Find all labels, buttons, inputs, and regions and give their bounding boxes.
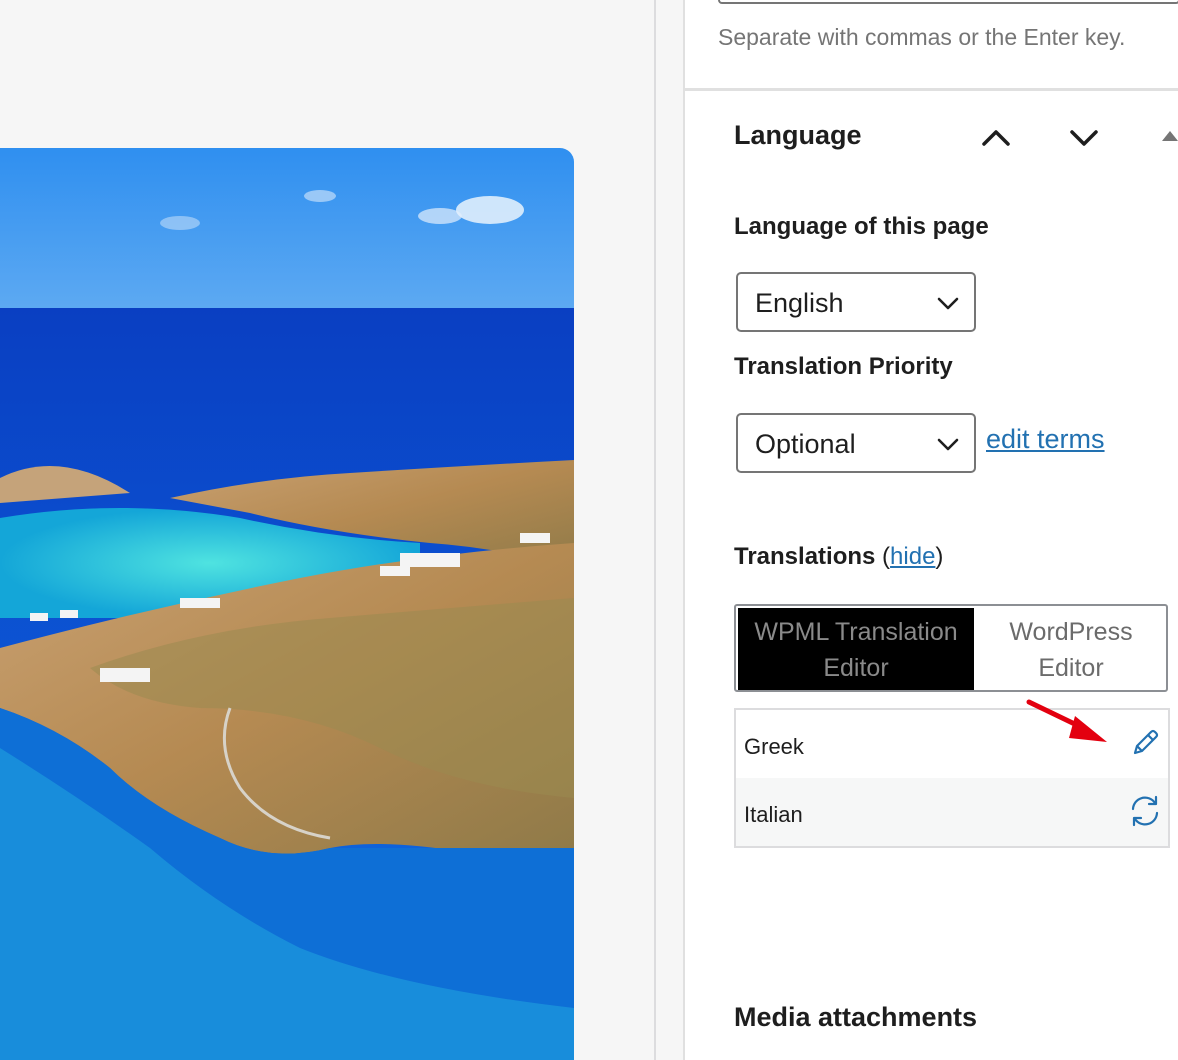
translation-row-italian: Italian xyxy=(736,778,1168,846)
chevron-down-icon xyxy=(1070,130,1098,146)
priority-select-value: Optional xyxy=(755,429,856,459)
pencil-icon[interactable] xyxy=(1126,724,1164,762)
chevron-down-icon xyxy=(937,297,959,310)
panel-divider xyxy=(685,88,1178,91)
language-of-page-label: Language of this page xyxy=(734,213,989,240)
tags-help-text: Separate with commas or the Enter key. xyxy=(718,24,1126,50)
hide-translations-link[interactable]: hide xyxy=(890,543,935,570)
tags-input[interactable] xyxy=(718,0,1178,4)
move-down-button[interactable] xyxy=(1066,120,1102,156)
collapse-panel-button[interactable] xyxy=(1160,124,1178,150)
priority-select[interactable]: Optional xyxy=(736,413,976,473)
wordpress-editor-option[interactable]: WordPress Editor xyxy=(976,608,1166,690)
translations-heading: Translations (hide) xyxy=(734,543,943,571)
settings-sidebar: Separate with commas or the Enter key. L… xyxy=(683,0,1178,1060)
close-paren: ) xyxy=(935,543,944,570)
chevron-up-icon xyxy=(982,130,1010,146)
move-up-button[interactable] xyxy=(978,120,1014,156)
language-panel-title[interactable]: Language xyxy=(734,120,862,151)
language-select[interactable]: English xyxy=(736,272,976,332)
open-paren: ( xyxy=(875,543,891,570)
translations-table: Greek Italian xyxy=(734,708,1170,848)
editor-toggle: WPML Translation Editor WordPress Editor xyxy=(734,604,1168,692)
translation-row-greek: Greek xyxy=(736,710,1168,778)
translation-language: Italian xyxy=(744,802,803,827)
translation-priority-label: Translation Priority xyxy=(734,353,953,380)
wpml-editor-option[interactable]: WPML Translation Editor xyxy=(738,608,974,690)
editor-canvas xyxy=(0,0,655,1060)
translation-language: Greek xyxy=(744,734,804,759)
edit-terms-link[interactable]: edit terms xyxy=(986,424,1105,455)
language-select-value: English xyxy=(755,288,844,318)
triangle-up-icon xyxy=(1162,131,1178,141)
featured-image[interactable] xyxy=(0,148,574,1060)
chevron-down-icon xyxy=(937,438,959,451)
island-photo xyxy=(0,148,574,1060)
refresh-icon[interactable] xyxy=(1126,792,1164,830)
media-attachments-title[interactable]: Media attachments xyxy=(734,1002,977,1033)
translations-label: Translations xyxy=(734,543,876,570)
canvas-divider xyxy=(654,0,656,1060)
